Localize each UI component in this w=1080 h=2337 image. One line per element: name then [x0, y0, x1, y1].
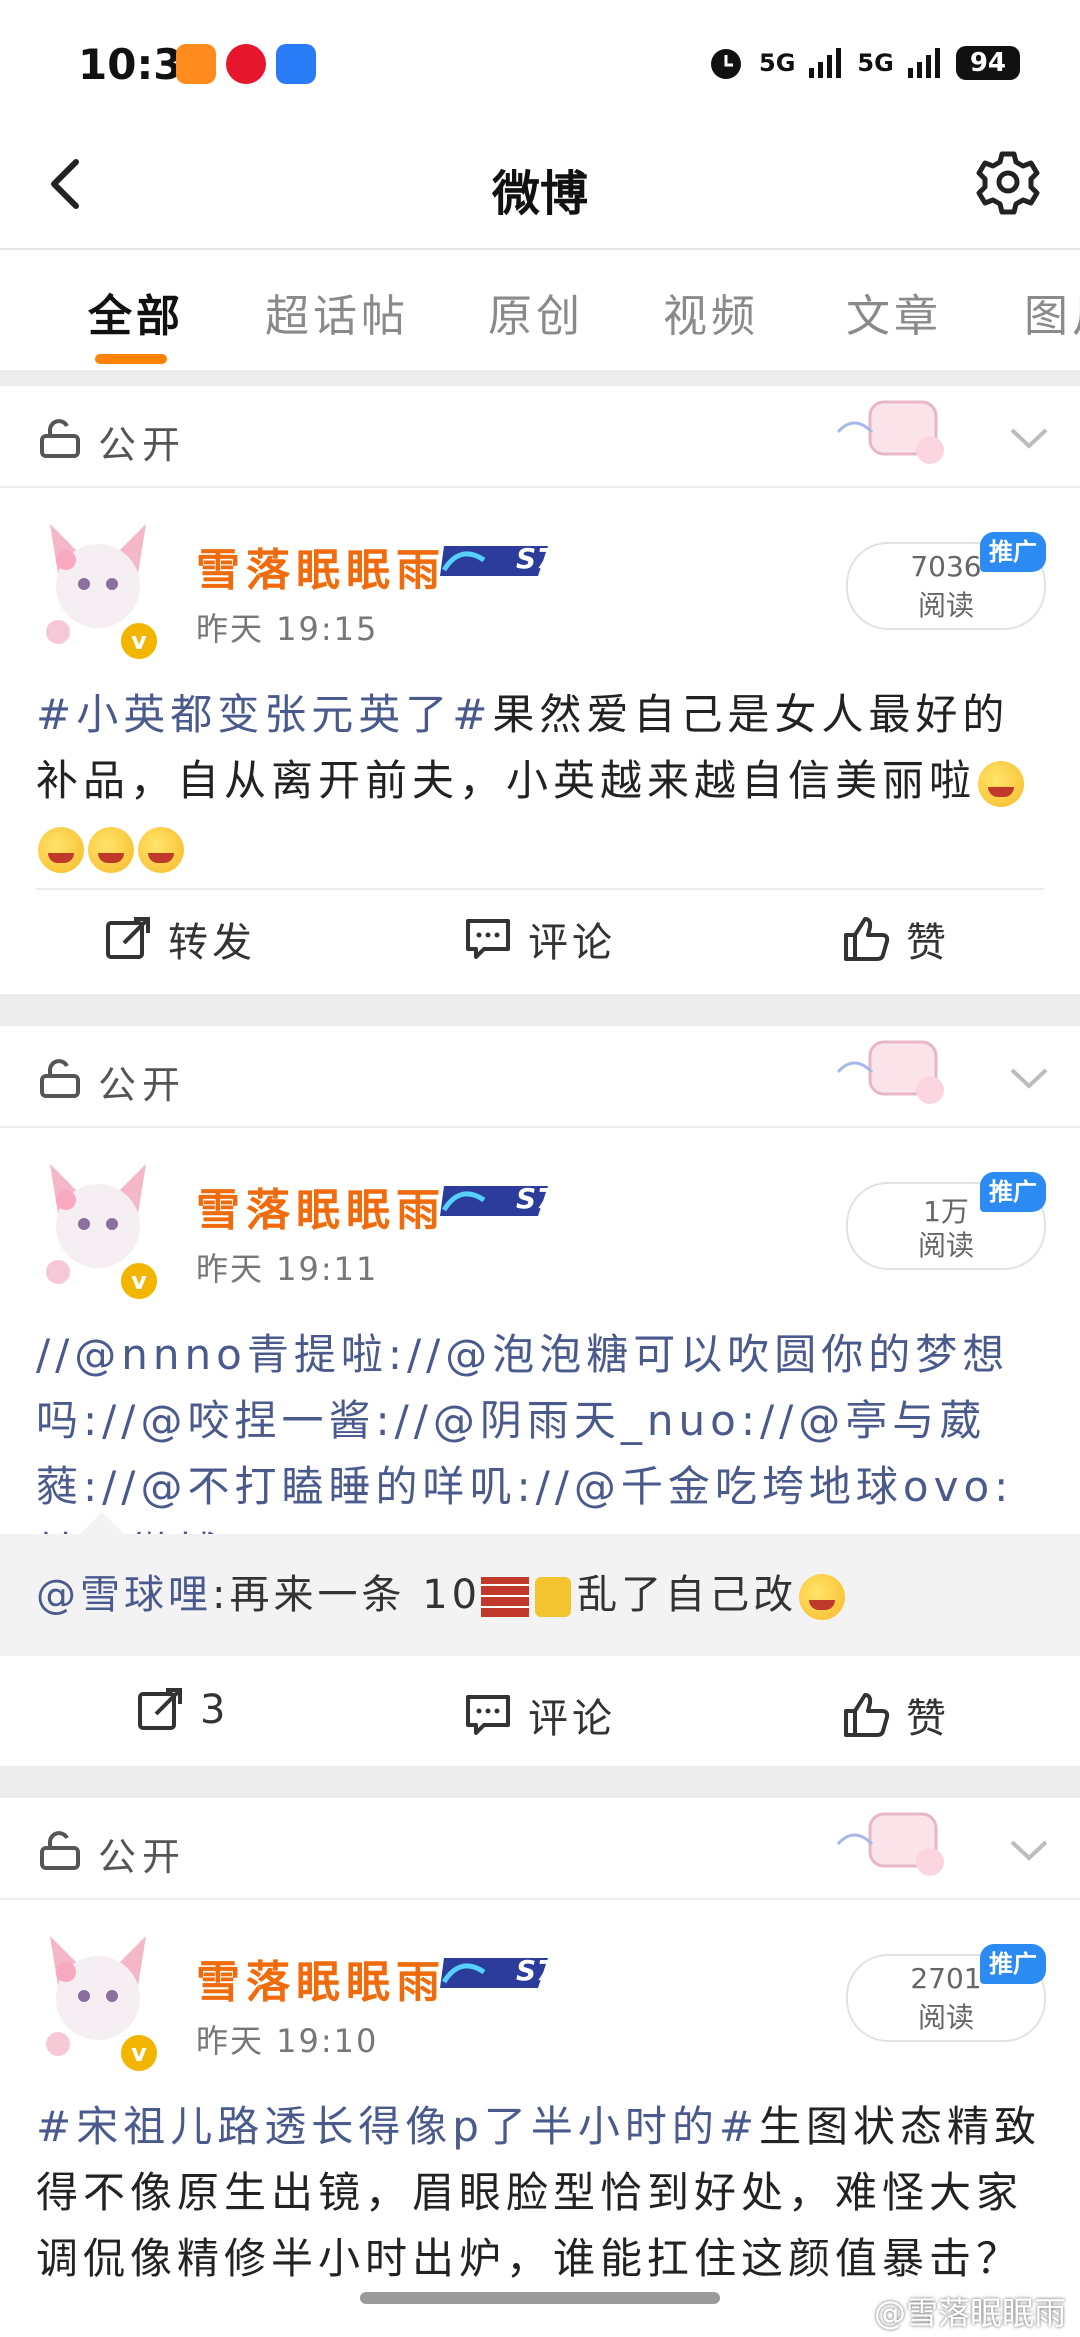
app-market-icon	[276, 44, 316, 84]
love-emoji-icon	[978, 760, 1025, 807]
tab-image[interactable]: 图片	[1024, 280, 1080, 344]
status-bar: 10:36 5G 5G 94	[0, 0, 1080, 130]
like-button[interactable]: 赞	[842, 1686, 950, 1744]
quote-tail: 乱了自己改	[577, 1572, 798, 1618]
thumbs-up-icon	[844, 1693, 890, 1737]
tab-article[interactable]: 文章	[846, 280, 942, 344]
page-title: 微博	[491, 166, 588, 222]
comment-button[interactable]: 评论	[464, 1686, 616, 1744]
topic-link[interactable]: #小英都变张元英了#	[36, 690, 492, 739]
forward-button[interactable]: 3	[136, 1686, 229, 1734]
filter-tabs: 全部 超话帖 原创 视频 文章 图片	[0, 250, 1080, 370]
quote-text: :再来一条 10	[212, 1572, 482, 1618]
visibility-label: 公开	[98, 423, 187, 467]
comment-label: 评论	[528, 920, 616, 966]
comment-icon	[466, 1695, 510, 1735]
promo-badge: 推广	[980, 1172, 1046, 1212]
decoration-sticker-icon	[836, 1040, 944, 1104]
top-nav: 微博	[0, 130, 1080, 250]
like-button[interactable]: 赞	[842, 910, 950, 968]
level-label: S7	[516, 1954, 556, 1987]
post-time: 昨天 19:15	[196, 610, 379, 648]
comment-icon	[466, 919, 510, 959]
decoration-sticker-icon	[836, 1812, 944, 1876]
forward-label: 转发	[168, 920, 256, 966]
card-header: 公开	[0, 386, 1080, 488]
emoji-icon	[799, 1574, 846, 1620]
like-label: 赞	[906, 920, 950, 966]
forward-count: 3	[200, 1687, 230, 1733]
brick-emoji-icon	[481, 1577, 530, 1617]
card-header: 公开	[0, 1798, 1080, 1900]
comment-label: 评论	[528, 1696, 616, 1742]
card-header: 公开	[0, 1026, 1080, 1128]
username[interactable]: 雪落眠眠雨	[196, 534, 446, 598]
visibility-label: 公开	[98, 1835, 187, 1879]
tab-supertopic[interactable]: 超话帖	[265, 280, 409, 344]
chevron-down-icon[interactable]	[1006, 1830, 1052, 1870]
gear-icon[interactable]	[974, 148, 1042, 216]
post-card: 公开 v 雪落眠眠雨 S7 昨天 19:11 1万 阅读 推广 //@nnno青…	[0, 1026, 1080, 1766]
love-emoji-icon	[38, 826, 84, 873]
post-card: 公开 v 雪落眠眠雨 S7 昨天 19:10 2701 阅读 推广 #宋祖儿路透…	[0, 1798, 1080, 2337]
username[interactable]: 雪落眠眠雨	[196, 1174, 446, 1238]
love-emoji-icon	[138, 826, 184, 873]
decoration-sticker-icon	[836, 400, 944, 464]
comment-button[interactable]: 评论	[464, 910, 616, 968]
post-card: 公开 v 雪落眠眠雨 S7 昨天 19:15 7036 阅读 推广 #小英都变张…	[0, 386, 1080, 994]
alarm-icon	[711, 49, 741, 79]
watermark: @雪落眠眠雨	[873, 2294, 1066, 2332]
unlock-icon	[40, 1059, 80, 1098]
status-right: 5G 5G 94	[707, 44, 1020, 82]
active-tab-indicator	[95, 354, 167, 364]
quote-pointer	[80, 1512, 124, 1534]
signal-bars-icon	[907, 48, 940, 78]
forward-icon	[106, 917, 150, 959]
mention-link[interactable]: @雪球哩	[36, 1572, 212, 1618]
verified-icon: v	[118, 2032, 160, 2074]
post-time: 昨天 19:10	[196, 2022, 379, 2060]
read-count-label: 阅读	[917, 2001, 974, 2034]
divider	[36, 888, 1044, 890]
read-count-label: 阅读	[917, 589, 974, 622]
thumbs-up-icon	[844, 917, 890, 961]
topic-link[interactable]: #宋祖儿路透长得像p了半小时的#	[36, 2102, 759, 2151]
forward-button[interactable]: 转发	[104, 910, 256, 968]
lock-emoji-icon	[535, 1577, 572, 1617]
chevron-down-icon[interactable]	[1006, 418, 1052, 458]
like-label: 赞	[906, 1696, 950, 1742]
post-text: #小英都变张元英了#果然爱自己是女人最好的补品，自从离开前夫，小英越来越自信美丽…	[36, 682, 1046, 880]
post-time: 昨天 19:11	[196, 1250, 379, 1288]
verified-icon: v	[118, 620, 160, 662]
unlock-icon	[40, 1831, 80, 1870]
signal-1: 5G	[759, 49, 796, 77]
username[interactable]: 雪落眠眠雨	[196, 1946, 446, 2010]
post-text: #宋祖儿路透长得像p了半小时的#生图状态精致得不像原生出镜，眉眼脸型恰到好处，难…	[36, 2094, 1046, 2292]
repost-comment-text: @雪球哩:再来一条 10 乱了自己改	[36, 1562, 847, 1620]
forward-icon	[138, 1688, 182, 1730]
love-emoji-icon	[88, 826, 134, 873]
read-count-label: 阅读	[917, 1229, 974, 1262]
chevron-down-icon[interactable]	[1006, 1058, 1052, 1098]
level-label: S7	[516, 1182, 556, 1215]
signal-2: 5G	[857, 49, 894, 77]
unlock-icon	[40, 419, 80, 458]
level-label: S7	[516, 542, 556, 575]
battery-indicator: 94	[955, 46, 1020, 80]
promo-badge: 推广	[980, 532, 1046, 572]
weibo-app-icon	[226, 44, 266, 84]
tab-video[interactable]: 视频	[663, 280, 759, 344]
health-app-icon	[176, 44, 216, 84]
visibility-label: 公开	[98, 1063, 187, 1107]
signal-bars-icon	[809, 48, 842, 78]
tab-all[interactable]: 全部	[88, 280, 184, 344]
home-indicator[interactable]	[360, 2292, 720, 2304]
promo-badge: 推广	[980, 1944, 1046, 1984]
tab-original[interactable]: 原创	[488, 280, 584, 344]
repost-comment: @雪球哩:再来一条 10 乱了自己改	[0, 1512, 1080, 1656]
verified-icon: v	[118, 1260, 160, 1302]
